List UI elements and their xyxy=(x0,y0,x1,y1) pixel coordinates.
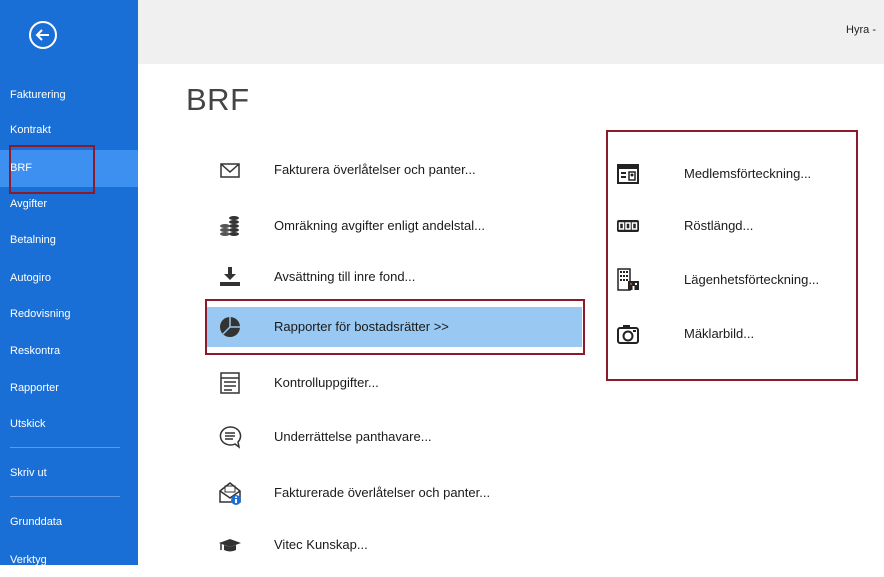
submenu-item-rostlangd[interactable]: Röstlängd... xyxy=(612,206,852,246)
envelope-icon xyxy=(220,163,240,178)
page-title: BRF xyxy=(186,82,250,117)
back-arrow-icon xyxy=(35,29,49,41)
submenu-label: Röstlängd... xyxy=(684,218,754,233)
nav-item-autogiro[interactable]: Autogiro xyxy=(0,261,138,295)
id-card-icon xyxy=(617,164,639,184)
nav-item-skriv-ut[interactable]: Skriv ut xyxy=(0,456,138,490)
graduation-cap-icon xyxy=(219,539,241,552)
submenu-item-lagenhetsforteckning[interactable]: Lägenhetsförteckning... xyxy=(612,260,852,300)
form-icon xyxy=(220,372,240,394)
menu-item-omrakning[interactable]: Omräkning avgifter enligt andelstal... xyxy=(206,206,582,246)
speech-bubble-icon xyxy=(219,426,242,449)
menu-label: Kontrolluppgifter... xyxy=(274,375,379,390)
menu-label: Underrättelse panthavare... xyxy=(274,429,432,444)
brf-highlight-box xyxy=(9,145,95,194)
sidebar: Fakturering Kontrakt BRF Avgifter Betaln… xyxy=(0,0,138,566)
back-button[interactable] xyxy=(29,21,57,49)
nav-item-redovisning[interactable]: Redovisning xyxy=(0,297,138,331)
menu-item-kontrolluppgifter[interactable]: Kontrolluppgifter... xyxy=(206,363,582,403)
sidebar-divider xyxy=(10,496,120,497)
submenu-item-medlemsforteckning[interactable]: Medlemsförteckning... xyxy=(612,154,852,194)
nav-item-rapporter[interactable]: Rapporter xyxy=(0,371,138,405)
envelope-info-icon xyxy=(219,482,241,505)
nav-item-fakturering[interactable]: Fakturering xyxy=(0,78,138,112)
topbar-title: Hyra - xyxy=(846,24,876,36)
menu-label: Avsättning till inre fond... xyxy=(274,269,416,284)
sidebar-divider xyxy=(10,447,120,448)
nav-item-betalning[interactable]: Betalning xyxy=(0,223,138,257)
camera-icon xyxy=(617,325,639,344)
menu-item-vitec-kunskap[interactable]: Vitec Kunskap... xyxy=(206,525,582,565)
download-tray-icon xyxy=(220,267,240,286)
submenu-item-maklarbild[interactable]: Mäklarbild... xyxy=(612,314,852,354)
nav-item-grunddata[interactable]: Grunddata xyxy=(0,505,138,539)
building-icon xyxy=(617,268,639,291)
menu-item-fakturera[interactable]: Fakturera överlåtelser och panter... xyxy=(206,150,582,190)
nav-item-utskick[interactable]: Utskick xyxy=(0,407,138,441)
rapporter-highlight-box xyxy=(205,299,585,355)
menu-label: Vitec Kunskap... xyxy=(274,537,368,552)
nav-item-reskontra[interactable]: Reskontra xyxy=(0,334,138,368)
counter-icon xyxy=(617,220,639,232)
coins-icon xyxy=(220,216,239,236)
topbar: Hyra - xyxy=(138,0,884,64)
menu-label: Fakturerade överlåtelser och panter... xyxy=(274,485,491,500)
nav-item-kontrakt[interactable]: Kontrakt xyxy=(0,113,138,147)
nav-item-verktyg[interactable]: Verktyg xyxy=(0,543,138,577)
menu-item-fakturerade[interactable]: Fakturerade överlåtelser och panter... xyxy=(206,473,582,513)
submenu-label: Lägenhetsförteckning... xyxy=(684,272,820,287)
menu-label: Omräkning avgifter enligt andelstal... xyxy=(274,218,485,233)
menu-item-underrattelse[interactable]: Underrättelse panthavare... xyxy=(206,417,582,457)
menu-item-avsattning[interactable]: Avsättning till inre fond... xyxy=(206,257,582,297)
menu-label: Fakturera överlåtelser och panter... xyxy=(274,162,476,177)
submenu-label: Medlemsförteckning... xyxy=(684,166,812,181)
submenu-label: Mäklarbild... xyxy=(684,326,755,341)
